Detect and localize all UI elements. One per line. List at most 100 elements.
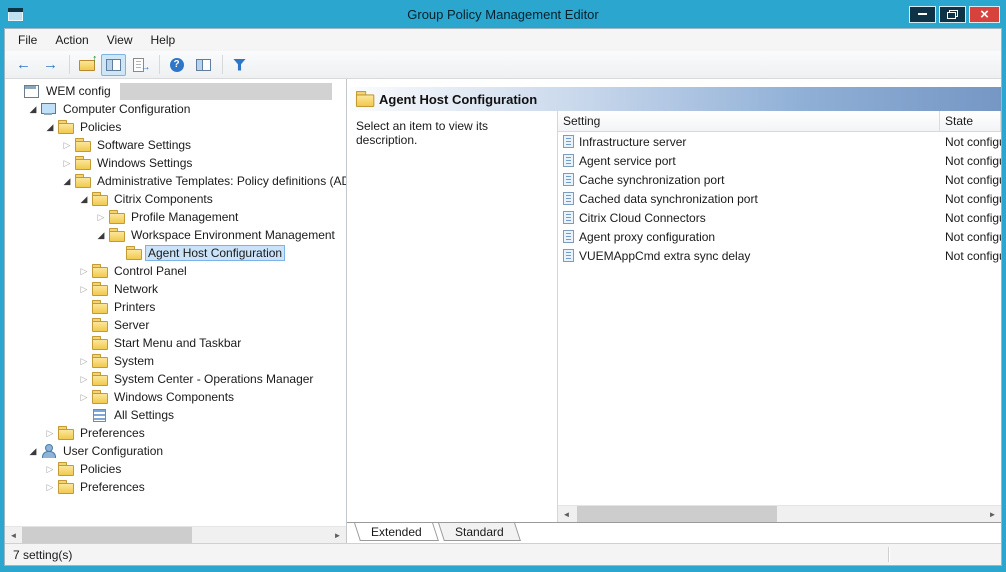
show-console-tree-toggle[interactable] [101, 54, 126, 76]
console-icon [23, 84, 39, 98]
expand-icon[interactable]: ▷ [77, 285, 91, 294]
tree-item-computer-configuration[interactable]: ◢Computer Configuration [5, 100, 346, 118]
expand-icon[interactable]: ▷ [77, 357, 91, 366]
scroll-right-icon[interactable]: ► [329, 527, 346, 543]
setting-row-citrix-cloud-connectors[interactable]: Citrix Cloud ConnectorsNot configured [558, 208, 1001, 227]
list-column-headers: Setting State [558, 111, 1001, 132]
scroll-left-icon[interactable]: ◄ [558, 506, 575, 522]
tree-item-user-configuration[interactable]: ◢User Configuration [5, 442, 346, 460]
collapse-icon[interactable]: ◢ [26, 105, 40, 114]
tree-item-network[interactable]: ▷Network [5, 280, 346, 298]
tree-item-workspace-environment-management[interactable]: ◢Workspace Environment Management [5, 226, 346, 244]
tree-item-policies[interactable]: ◢Policies [5, 118, 346, 136]
setting-row-infrastructure-server[interactable]: Infrastructure serverNot configured [558, 132, 1001, 151]
forward-button[interactable] [38, 54, 63, 76]
maximize-button[interactable] [939, 6, 966, 23]
tree-item-start-menu-and-taskbar[interactable]: Start Menu and Taskbar [5, 334, 346, 352]
tree-item-system-center-operations-manager[interactable]: ▷System Center - Operations Manager [5, 370, 346, 388]
tree-item-printers[interactable]: Printers [5, 298, 346, 316]
menu-file[interactable]: File [9, 30, 46, 50]
setting-row-cached-data-synchronization-port[interactable]: Cached data synchronization portNot conf… [558, 189, 1001, 208]
close-button[interactable] [969, 6, 1000, 23]
scroll-right-icon[interactable]: ► [984, 506, 1001, 522]
tree-item-label: Software Settings [94, 137, 194, 153]
tree-item-wem-config[interactable]: WEM config [5, 82, 346, 100]
expand-icon[interactable]: ▷ [43, 483, 57, 492]
filter-funnel-icon [233, 59, 246, 71]
tree-item-agent-host-configuration[interactable]: Agent Host Configuration [5, 244, 346, 262]
help-button[interactable] [164, 54, 189, 76]
status-text: 7 setting(s) [13, 548, 72, 562]
tree-item-policies[interactable]: ▷Policies [5, 460, 346, 478]
collapse-icon[interactable]: ◢ [26, 447, 40, 456]
tree-item-all-settings[interactable]: All Settings [5, 406, 346, 424]
console-tree: WEM config◢Computer Configuration◢Polici… [5, 79, 346, 526]
back-button[interactable] [11, 54, 36, 76]
filter-button[interactable] [227, 54, 252, 76]
expand-icon[interactable]: ▷ [77, 375, 91, 384]
tree-item-administrative-templates-policy-definitions-ad[interactable]: ◢Administrative Templates: Policy defini… [5, 172, 346, 190]
tree-item-server[interactable]: Server [5, 316, 346, 334]
folder-up-icon [79, 58, 95, 71]
tree-item-citrix-components[interactable]: ◢ Citrix Components [5, 190, 346, 208]
expand-icon[interactable]: ▷ [77, 393, 91, 402]
show-action-pane-toggle[interactable] [191, 54, 216, 76]
scrollbar-thumb[interactable] [577, 506, 777, 522]
expand-icon[interactable]: ▷ [94, 213, 108, 222]
setting-state: Not configured [940, 192, 1001, 206]
tree-item-label: All Settings [111, 407, 177, 423]
list-horizontal-scrollbar[interactable]: ◄ ► [558, 505, 1001, 522]
up-one-level-button[interactable] [74, 54, 99, 76]
tab-extended[interactable]: Extended [354, 523, 439, 541]
tab-label: Extended [371, 525, 422, 539]
collapse-icon[interactable]: ◢ [43, 123, 57, 132]
setting-state: Not configured [940, 135, 1001, 149]
help-icon [170, 58, 184, 72]
folder-icon [355, 91, 373, 107]
tree-item-label: Citrix Components [111, 191, 216, 207]
scroll-left-icon[interactable]: ◄ [5, 527, 22, 543]
collapse-icon[interactable]: ◢ [60, 177, 74, 186]
folder-icon [108, 210, 124, 224]
tree-item-software-settings[interactable]: ▷ Software Settings [5, 136, 346, 154]
minimize-button[interactable] [909, 6, 936, 23]
menu-view[interactable]: View [98, 30, 142, 50]
tree-item-system[interactable]: ▷System [5, 352, 346, 370]
expand-icon[interactable]: ▷ [43, 429, 57, 438]
folder-icon [91, 282, 107, 296]
status-bar-divider [888, 547, 889, 562]
setting-row-vuemappcmd-extra-sync-delay[interactable]: VUEMAppCmd extra sync delayNot configure… [558, 246, 1001, 265]
column-header-state[interactable]: State [940, 111, 1001, 131]
tree-item-windows-components[interactable]: ▷Windows Components [5, 388, 346, 406]
tree-item-profile-management[interactable]: ▷ Profile Management [5, 208, 346, 226]
scrollbar-track[interactable] [575, 506, 984, 522]
expand-icon[interactable]: ▷ [60, 159, 74, 168]
column-header-setting[interactable]: Setting [558, 111, 940, 131]
menu-help[interactable]: Help [142, 30, 185, 50]
setting-row-cache-synchronization-port[interactable]: Cache synchronization portNot configured [558, 170, 1001, 189]
window-controls [909, 6, 1000, 23]
tab-standard[interactable]: Standard [438, 523, 521, 541]
setting-row-agent-service-port[interactable]: Agent service portNot configured [558, 151, 1001, 170]
folder-icon [91, 264, 107, 278]
tree-horizontal-scrollbar[interactable]: ◄ ► [5, 526, 346, 543]
setting-row-agent-proxy-configuration[interactable]: Agent proxy configurationNot configured [558, 227, 1001, 246]
collapse-icon[interactable]: ◢ [94, 231, 108, 240]
tree-item-control-panel[interactable]: ▷ Control Panel [5, 262, 346, 280]
expand-icon[interactable]: ▷ [77, 267, 91, 276]
menu-action[interactable]: Action [46, 30, 97, 50]
scrollbar-thumb[interactable] [22, 527, 192, 543]
tree-item-windows-settings[interactable]: ▷Windows Settings [5, 154, 346, 172]
expand-icon[interactable]: ▷ [60, 141, 74, 150]
folder-icon [108, 228, 124, 242]
collapse-icon[interactable]: ◢ [77, 195, 91, 204]
export-list-button[interactable] [128, 54, 153, 76]
tree-item-preferences[interactable]: ▷Preferences [5, 424, 346, 442]
setting-state: Not configured [940, 230, 1001, 244]
tree-item-label: Control Panel [111, 263, 190, 279]
expand-icon[interactable]: ▷ [43, 465, 57, 474]
scrollbar-track[interactable] [22, 527, 329, 543]
tree-item-label: Profile Management [128, 209, 241, 225]
tree-item-preferences[interactable]: ▷Preferences [5, 478, 346, 496]
results-banner-title: Agent Host Configuration [379, 92, 537, 107]
